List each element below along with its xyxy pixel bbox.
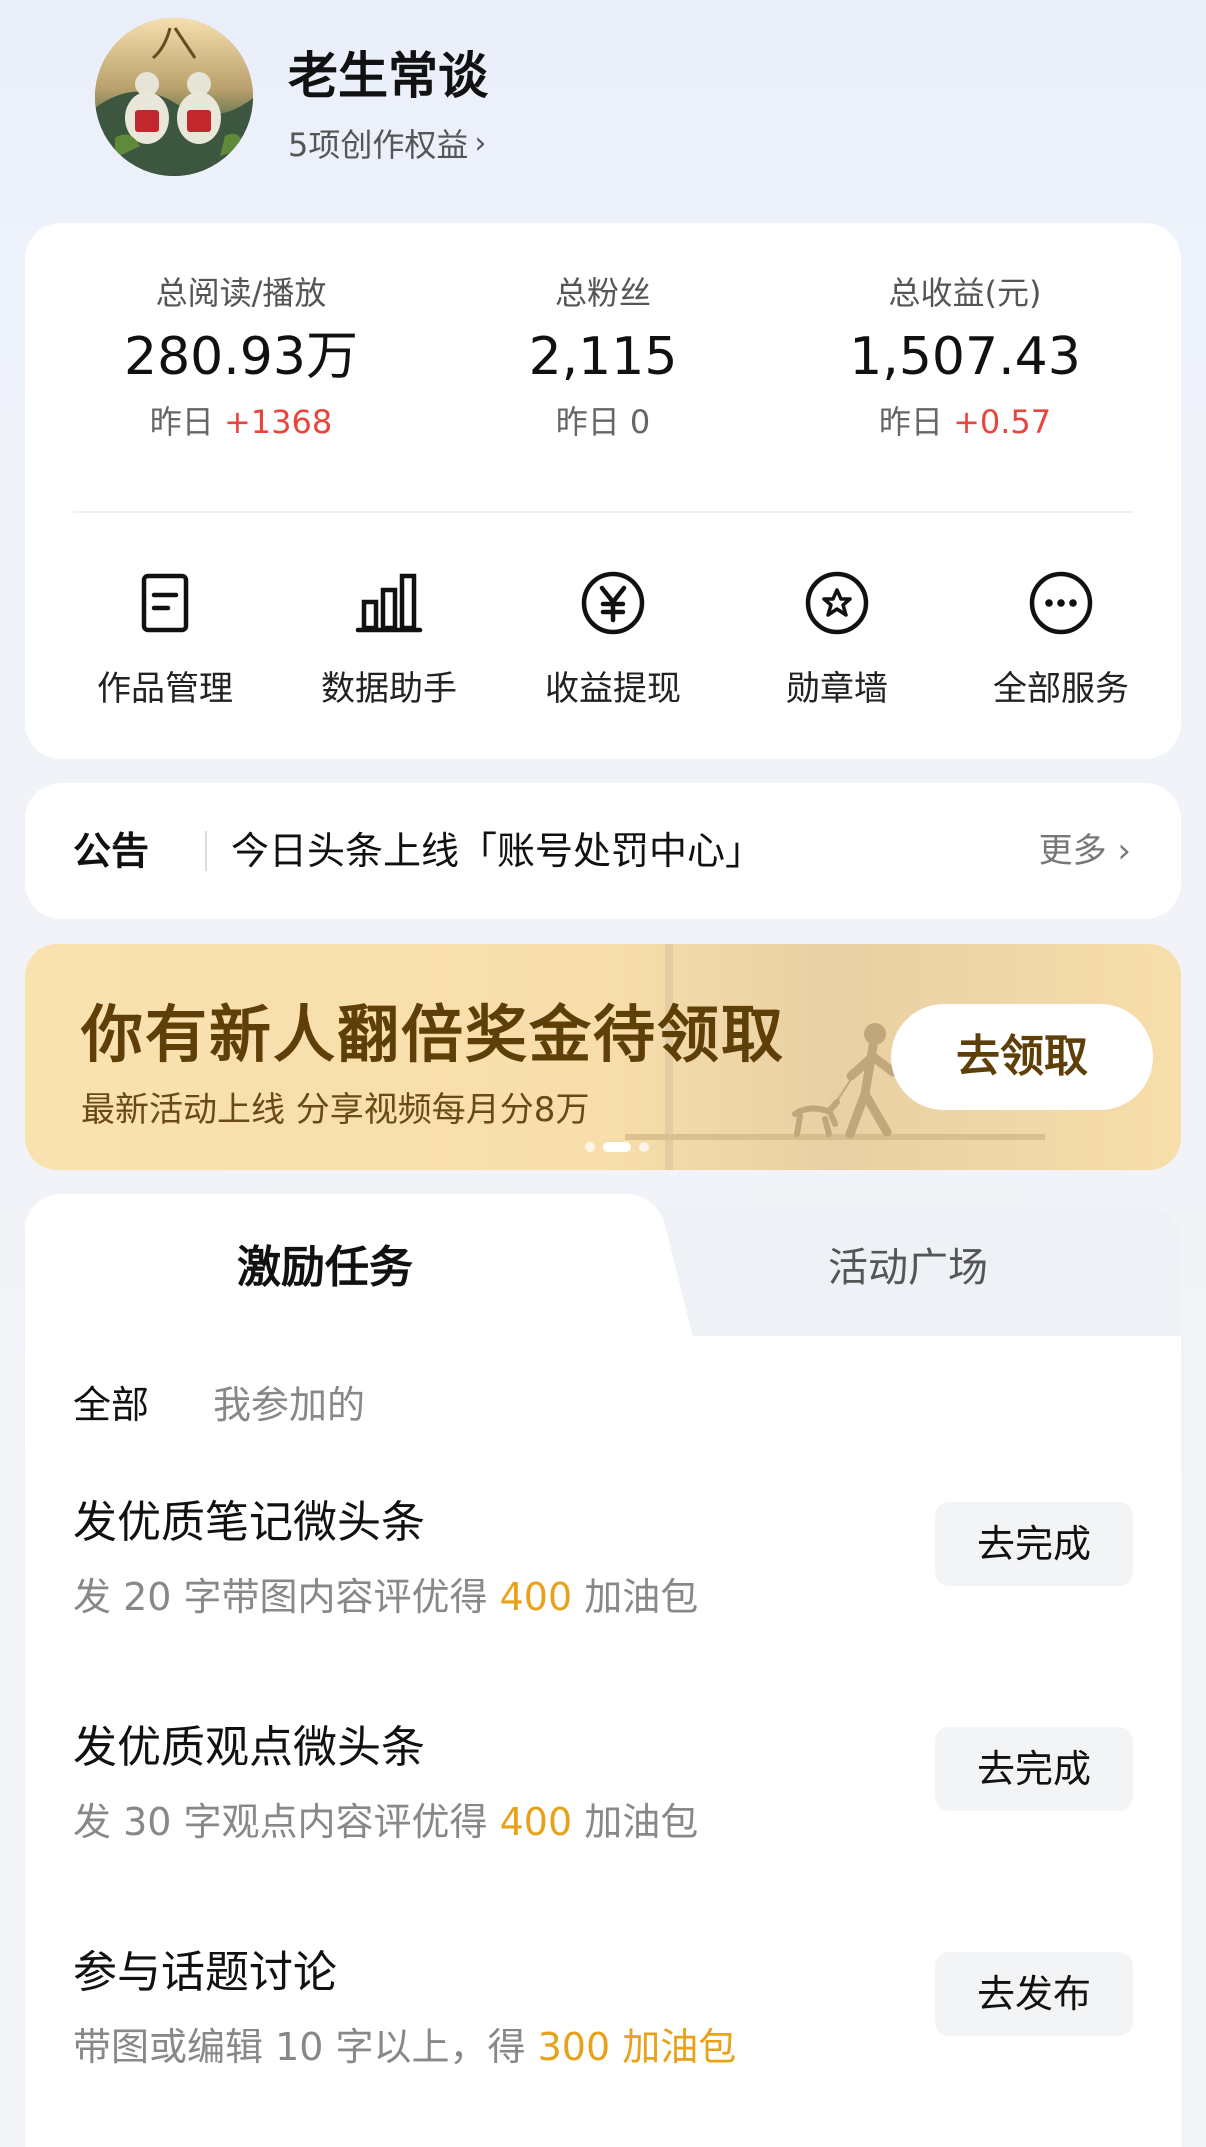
desc-text: 带图或编辑 10 字以上，得 (73, 2025, 538, 2069)
tools-row: 作品管理 数据助手 收益提现 勋章墙 全部服务 (25, 553, 1181, 709)
banner-subtitle: 最新活动上线 分享视频每月分8万 (81, 1090, 590, 1130)
tool-label: 收益提现 (545, 669, 681, 709)
stat-value: 280.93万 (124, 327, 358, 387)
reward-amount: 400 (499, 1575, 573, 1619)
reward-amount: 300 加油包 (537, 2025, 737, 2069)
stats-row: 总阅读/播放 280.93万 昨日 +1368 总粉丝 2,115 昨日 0 总… (25, 271, 1181, 441)
stat-value: 2,115 (528, 327, 678, 387)
task-filter: 全部 我参加的 (73, 1356, 365, 1446)
desc-text: 发 20 字带图内容评优得 (73, 1575, 500, 1619)
task-title: 发优质笔记微头条 (73, 1497, 425, 1548)
profile-header: 老生常谈 5项创作权益 › (0, 0, 1206, 210)
delta-prefix: 昨日 (878, 403, 954, 441)
tool-income-withdraw[interactable]: 收益提现 (501, 553, 725, 710)
task-desc: 发 20 字带图内容评优得 400 加油包 (73, 1566, 698, 1621)
publish-button[interactable]: 去发布 (935, 1952, 1133, 2036)
stat-label: 总收益(元) (888, 274, 1042, 312)
tab-incentive-tasks[interactable]: 激励任务 (25, 1194, 625, 1336)
tool-all-services[interactable]: 全部服务 (949, 553, 1173, 710)
desc-text: 发 30 字观点内容评优得 (73, 1800, 500, 1844)
banner-title: 你有新人翻倍奖金待领取 (81, 998, 786, 1071)
task-title: 参与话题讨论 (73, 1947, 337, 1998)
carousel-dot-active[interactable] (603, 1142, 631, 1152)
creator-benefits-link[interactable]: 5项创作权益 › (288, 120, 486, 166)
delta-value: 0 (629, 403, 651, 441)
task-title: 发优质观点微头条 (73, 1722, 425, 1773)
stat-delta: 昨日 +0.57 (785, 399, 1145, 445)
document-icon (115, 553, 215, 653)
tool-label: 作品管理 (97, 669, 233, 709)
stat-label: 总阅读/播放 (155, 274, 327, 312)
reward-amount: 400 (499, 1800, 573, 1844)
tool-label: 全部服务 (993, 669, 1129, 709)
desc-text: 加油包 (572, 1800, 699, 1844)
delta-prefix: 昨日 (555, 403, 630, 441)
tasks-list: 全部 我参加的 发优质笔记微头条 发 20 字带图内容评优得 400 加油包 去… (25, 1336, 1181, 2147)
tool-medal-wall[interactable]: 勋章墙 (725, 553, 949, 710)
bar-chart-icon (339, 553, 439, 653)
complete-button[interactable]: 去完成 (935, 1502, 1133, 1586)
delta-value: +1368 (223, 403, 333, 441)
more-label: 更多 (1038, 831, 1107, 871)
carousel-dot[interactable] (639, 1142, 649, 1152)
stat-total-reads[interactable]: 总阅读/播放 280.93万 昨日 +1368 (61, 271, 421, 445)
tool-works-management[interactable]: 作品管理 (53, 553, 277, 710)
more-link[interactable]: 更多 › (1039, 783, 1131, 919)
chevron-right-icon: › (1117, 831, 1131, 871)
stat-total-income[interactable]: 总收益(元) 1,507.43 昨日 +0.57 (785, 271, 1145, 445)
delta-value: +0.57 (953, 403, 1052, 441)
carousel-dot[interactable] (585, 1142, 595, 1152)
stat-delta: 昨日 +1368 (61, 399, 421, 445)
creator-center-page: 老生常谈 5项创作权益 › 总阅读/播放 280.93万 昨日 +1368 总粉… (0, 0, 1206, 2147)
filter-joined[interactable]: 我参加的 (213, 1374, 365, 1429)
stat-value: 1,507.43 (849, 327, 1081, 387)
task-desc: 带图或编辑 10 字以上，得 300 加油包 (73, 2016, 736, 2071)
stat-label: 总粉丝 (554, 274, 651, 312)
announcement-bar[interactable]: 公告 今日头条上线「账号处罚中心」 更多 › (25, 783, 1181, 919)
delta-prefix: 昨日 (149, 403, 224, 441)
stats-card: 总阅读/播放 280.93万 昨日 +1368 总粉丝 2,115 昨日 0 总… (25, 223, 1181, 759)
username: 老生常谈 (288, 47, 488, 105)
tool-data-assistant[interactable]: 数据助手 (277, 553, 501, 710)
tab-activity-square[interactable]: 活动广场 (635, 1206, 1181, 1336)
filter-all[interactable]: 全部 (73, 1374, 149, 1429)
announcement-title: 公告 (73, 829, 150, 873)
stat-delta: 昨日 0 (423, 399, 783, 445)
task-item: 参与话题讨论 带图或编辑 10 字以上，得 300 加油包 去发布 (73, 1936, 1133, 2096)
divider (73, 511, 1133, 513)
announcement-text[interactable]: 今日头条上线「账号处罚中心」 (231, 783, 763, 919)
medal-icon (787, 553, 887, 653)
tool-label: 数据助手 (321, 669, 457, 709)
claim-button[interactable]: 去领取 (891, 1004, 1153, 1110)
stat-total-fans[interactable]: 总粉丝 2,115 昨日 0 (423, 271, 783, 445)
desc-text: 加油包 (572, 1575, 699, 1619)
carousel-indicator (585, 1142, 649, 1152)
chevron-right-icon: › (474, 125, 487, 161)
yuan-icon (563, 553, 663, 653)
tool-label: 勋章墙 (786, 669, 888, 709)
benefits-label: 5项创作权益 (288, 126, 469, 164)
promo-banner[interactable]: 你有新人翻倍奖金待领取 最新活动上线 分享视频每月分8万 去领取 (25, 944, 1181, 1170)
task-desc: 发 30 字观点内容评优得 400 加油包 (73, 1791, 698, 1846)
task-item: 发优质观点微头条 发 30 字观点内容评优得 400 加油包 去完成 (73, 1711, 1133, 1871)
avatar[interactable] (95, 18, 253, 176)
complete-button[interactable]: 去完成 (935, 1727, 1133, 1811)
divider (205, 831, 207, 871)
tasks-panel: 激励任务 活动广场 全部 我参加的 发优质笔记微头条 发 20 字带图内容评优得… (25, 1194, 1181, 2147)
more-icon (1011, 553, 1111, 653)
task-item: 发优质笔记微头条 发 20 字带图内容评优得 400 加油包 去完成 (73, 1486, 1133, 1646)
